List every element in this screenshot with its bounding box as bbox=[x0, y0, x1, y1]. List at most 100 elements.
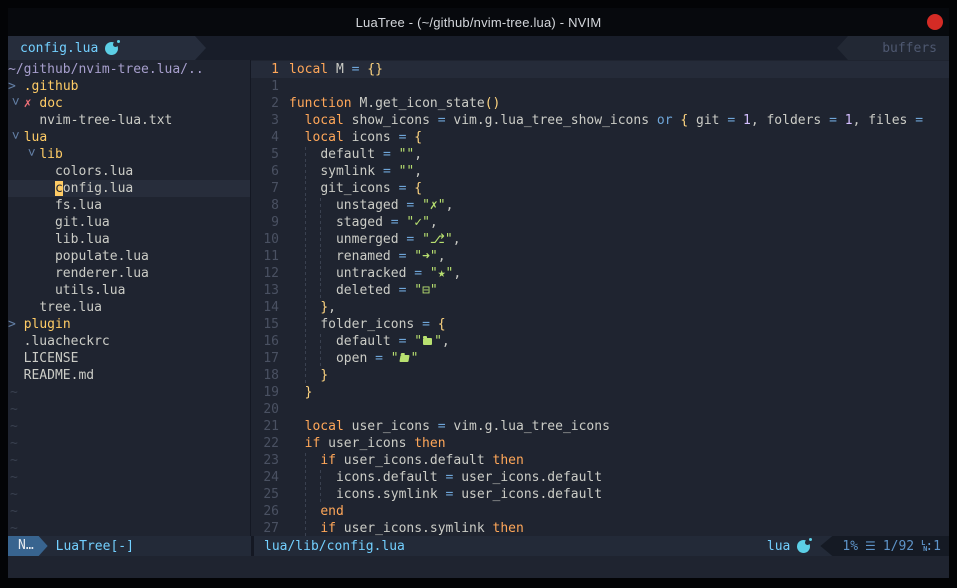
code-line[interactable]: 26 end bbox=[251, 503, 949, 520]
code-token bbox=[289, 521, 305, 536]
line-number: 8 bbox=[251, 197, 279, 214]
code-line[interactable]: 16 default = "", bbox=[251, 333, 949, 350]
tree-item[interactable]: >lib bbox=[8, 146, 250, 163]
code-line[interactable]: 3 local show_icons = vim.g.lua_tree_show… bbox=[251, 112, 949, 129]
code-token: if bbox=[320, 521, 336, 536]
code-line[interactable]: 2function M.get_icon_state() bbox=[251, 95, 949, 112]
tree-indent bbox=[8, 367, 24, 384]
tree-item[interactable]: lib.lua bbox=[8, 231, 250, 248]
code-token: = bbox=[727, 113, 735, 128]
code-line[interactable]: 25 icons.symlink = user_icons.default bbox=[251, 486, 949, 503]
code-token: "" bbox=[399, 164, 415, 179]
code-line[interactable]: 21 local user_icons = vim.g.lua_tree_ico… bbox=[251, 418, 949, 435]
code-line[interactable]: 13 deleted = "⊟" bbox=[251, 282, 949, 299]
code-token: 1 bbox=[743, 113, 751, 128]
code-line[interactable]: 4 local icons = { bbox=[251, 129, 949, 146]
code-line[interactable]: 12 untracked = "★", bbox=[251, 265, 949, 282]
tree-item[interactable]: ~/github/nvim-tree.lua/.. bbox=[8, 61, 250, 78]
code-line[interactable]: 5 default = "", bbox=[251, 146, 949, 163]
code-token bbox=[391, 164, 399, 179]
code-token: = bbox=[422, 317, 430, 332]
chevron-down-icon[interactable]: > bbox=[8, 131, 24, 146]
code-token: if bbox=[320, 453, 336, 468]
chevron-down-icon[interactable]: > bbox=[8, 97, 24, 112]
tree-item[interactable]: LICENSE bbox=[8, 350, 250, 367]
code-line[interactable]: 20 bbox=[251, 401, 949, 418]
code-token: then bbox=[493, 521, 524, 536]
tree-item-label: populate.lua bbox=[55, 249, 149, 264]
code-token: local bbox=[305, 419, 344, 434]
code-token bbox=[305, 470, 321, 485]
chevron-right-icon[interactable]: > bbox=[8, 316, 24, 333]
chevron-down-icon[interactable]: > bbox=[22, 148, 39, 163]
code-line[interactable]: 24 icons.default = user_icons.default bbox=[251, 469, 949, 486]
code-line[interactable]: 7 git_icons = { bbox=[251, 180, 949, 197]
tree-item-label: .github bbox=[24, 79, 79, 94]
code-line[interactable]: 17 open = "" bbox=[251, 350, 949, 367]
code-token bbox=[414, 198, 422, 213]
tab-config-lua[interactable]: config.lua bbox=[8, 36, 206, 60]
tree-item[interactable]: >plugin bbox=[8, 316, 250, 333]
tree-indent bbox=[8, 163, 55, 180]
code-line[interactable]: 6 symlink = "", bbox=[251, 163, 949, 180]
code-line[interactable]: 23 if user_icons.default then bbox=[251, 452, 949, 469]
line-number: 26 bbox=[251, 503, 279, 520]
code-line[interactable]: 11 renamed = "➜", bbox=[251, 248, 949, 265]
tab-label: config.lua bbox=[20, 41, 98, 56]
code-line[interactable]: 1 bbox=[251, 78, 949, 95]
tree-item[interactable]: tree.lua bbox=[8, 299, 250, 316]
tree-item[interactable]: fs.lua bbox=[8, 197, 250, 214]
code-token bbox=[289, 147, 305, 162]
code-line[interactable]: 10 unmerged = "⎇", bbox=[251, 231, 949, 248]
tree-item[interactable]: .luacheckrc bbox=[8, 333, 250, 350]
tree-item[interactable]: colors.lua bbox=[8, 163, 250, 180]
tree-item-label: fs.lua bbox=[55, 198, 102, 213]
code-line[interactable]: 19 } bbox=[251, 384, 949, 401]
tree-item[interactable]: config.lua bbox=[8, 180, 250, 197]
code-line[interactable]: 14 }, bbox=[251, 299, 949, 316]
code-token bbox=[305, 317, 321, 332]
code-token: M.get_icon_state bbox=[352, 96, 485, 111]
code-line[interactable]: 8 unstaged = "✗", bbox=[251, 197, 949, 214]
tree-item[interactable]: renderer.lua bbox=[8, 265, 250, 282]
tree-indent bbox=[8, 112, 39, 129]
lua-moon-icon bbox=[105, 42, 118, 55]
code-line[interactable]: 1local M = {} bbox=[251, 61, 949, 78]
tree-item[interactable]: >.github bbox=[8, 78, 250, 95]
code-line[interactable]: 27 if user_icons.symlink then bbox=[251, 520, 949, 536]
line-number: 9 bbox=[251, 214, 279, 231]
code-token: = bbox=[375, 351, 383, 366]
tree-item[interactable]: utils.lua bbox=[8, 282, 250, 299]
tree-item[interactable]: git.lua bbox=[8, 214, 250, 231]
line-number: 7 bbox=[251, 180, 279, 197]
code-token bbox=[289, 368, 305, 383]
folder-open-icon bbox=[399, 355, 409, 362]
buffers-segment[interactable]: buffers bbox=[837, 36, 949, 60]
line-number: 3 bbox=[251, 112, 279, 129]
code-token: " bbox=[411, 351, 419, 366]
code-token bbox=[422, 266, 430, 281]
tree-item[interactable]: >✗doc bbox=[8, 95, 250, 112]
code-token bbox=[289, 470, 305, 485]
code-line[interactable]: 15 folder_icons = { bbox=[251, 316, 949, 333]
code-token: icons.default bbox=[336, 470, 446, 485]
tree-item-label: doc bbox=[39, 96, 62, 111]
chevron-right-icon[interactable]: > bbox=[8, 78, 24, 95]
code-line[interactable]: 18 } bbox=[251, 367, 949, 384]
code-token: "✓" bbox=[406, 215, 429, 230]
statusline-tree-section: N… LuaTree[-] bbox=[8, 536, 251, 556]
tree-item[interactable]: populate.lua bbox=[8, 248, 250, 265]
command-line[interactable] bbox=[8, 556, 949, 578]
tree-item[interactable]: nvim-tree-lua.txt bbox=[8, 112, 250, 129]
code-token: local bbox=[305, 113, 344, 128]
code-token: renamed bbox=[336, 249, 399, 264]
code-token: icons.symlink bbox=[336, 487, 446, 502]
code-token: , bbox=[328, 300, 336, 315]
code-token bbox=[289, 283, 305, 298]
code-line[interactable]: 22 if user_icons then bbox=[251, 435, 949, 452]
tree-item[interactable]: >lua bbox=[8, 129, 250, 146]
tree-item[interactable]: README.md bbox=[8, 367, 250, 384]
code-token: } bbox=[320, 300, 328, 315]
code-line[interactable]: 9 staged = "✓", bbox=[251, 214, 949, 231]
record-indicator-icon[interactable] bbox=[927, 14, 943, 30]
